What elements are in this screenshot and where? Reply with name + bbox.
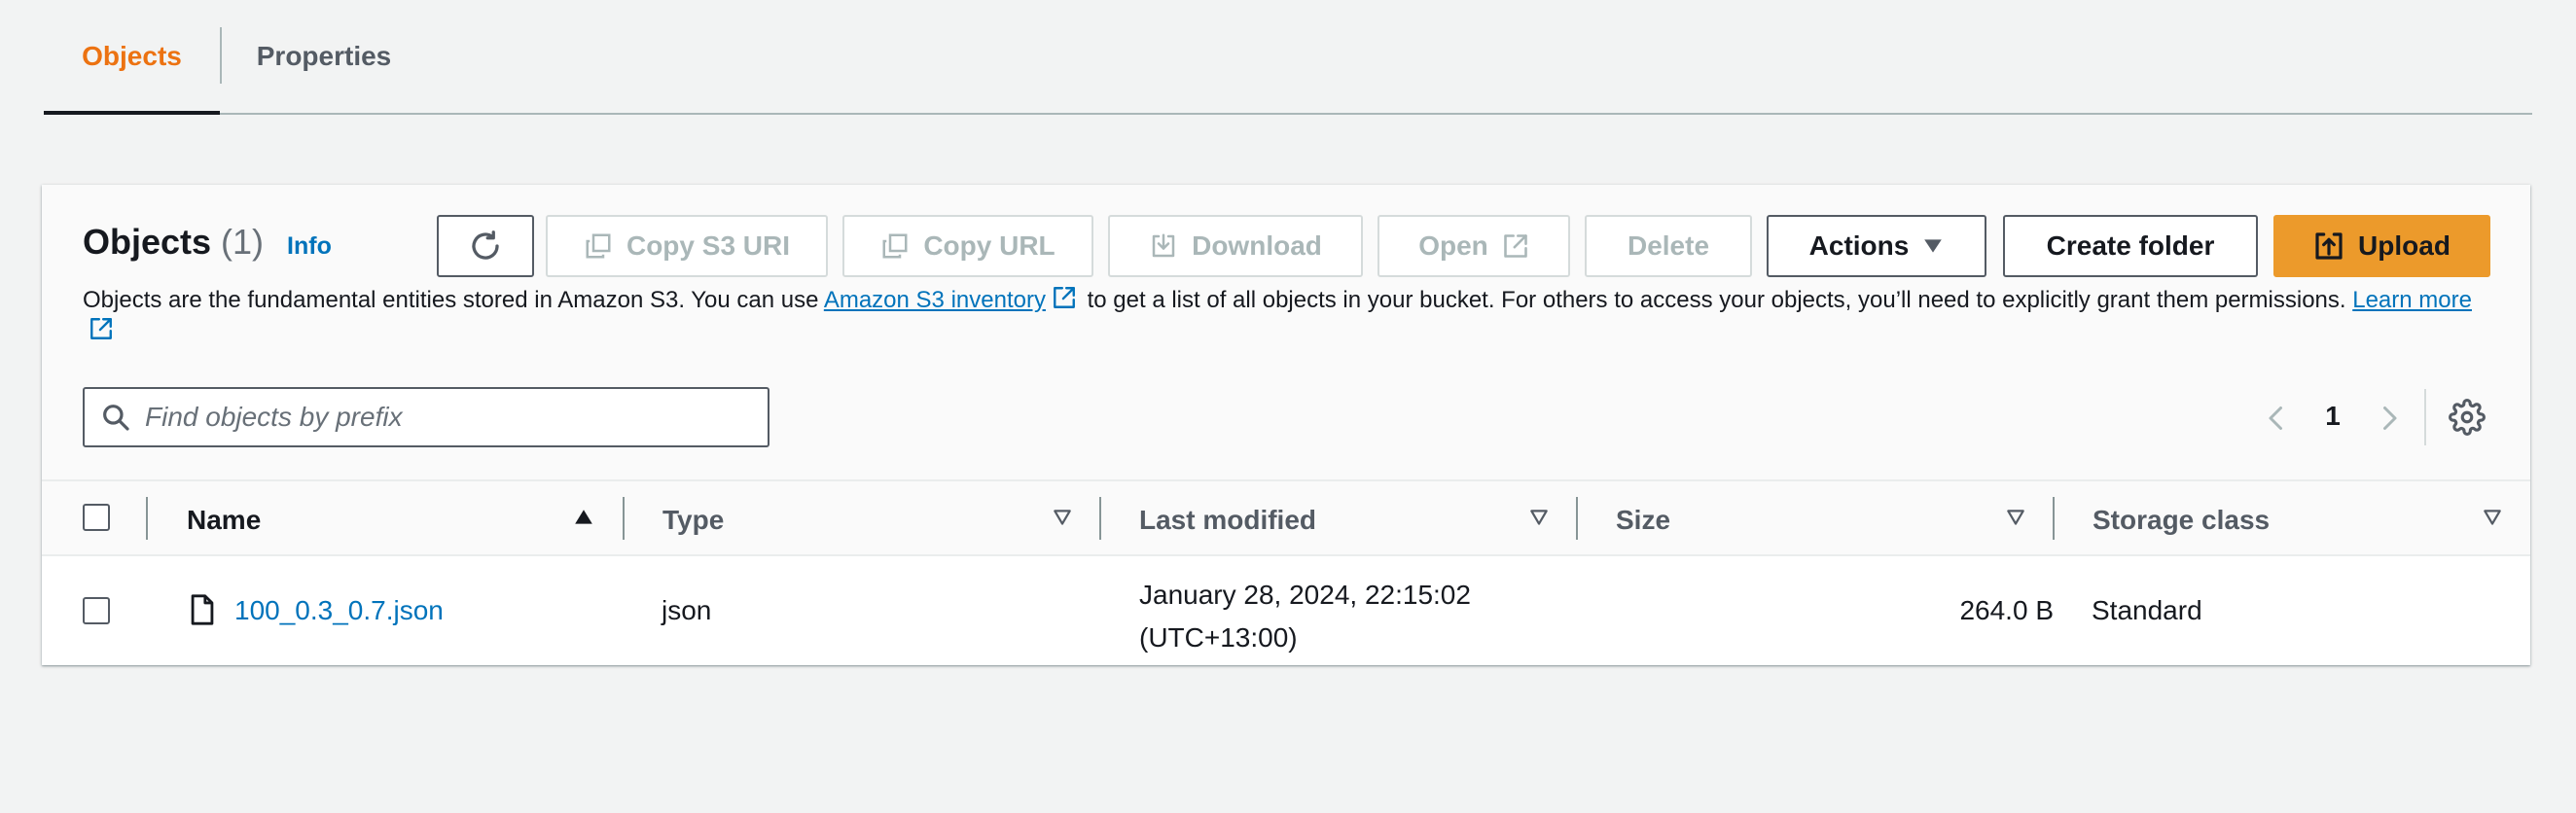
- select-all-checkbox[interactable]: [83, 504, 110, 531]
- file-type: json: [662, 595, 712, 625]
- open-button[interactable]: Open: [1377, 215, 1570, 277]
- object-count: (1): [221, 222, 265, 262]
- copy-s3-uri-button[interactable]: Copy S3 URI: [546, 215, 828, 277]
- gear-icon[interactable]: [2449, 399, 2486, 436]
- panel-description: Objects are the fundamental entities sto…: [83, 285, 2495, 347]
- search-box[interactable]: [83, 387, 769, 447]
- actions-dropdown[interactable]: Actions: [1767, 215, 1986, 277]
- sort-icon[interactable]: [1528, 507, 1550, 528]
- upload-label: Upload: [2358, 230, 2451, 261]
- create-folder-label: Create folder: [2046, 230, 2215, 261]
- external-link-icon: [90, 318, 112, 339]
- column-divider: [146, 497, 148, 540]
- sort-ascending-icon[interactable]: [573, 507, 594, 528]
- file-size: 264.0 B: [1959, 595, 2054, 625]
- panel-title: Objects: [83, 222, 212, 262]
- storage-class: Standard: [2092, 595, 2202, 625]
- external-link-icon: [1503, 234, 1527, 258]
- caret-down-icon: [1924, 239, 1943, 253]
- column-header-storage-class[interactable]: Storage class: [2093, 505, 2270, 536]
- file-icon: [191, 594, 214, 625]
- search-input[interactable]: [145, 402, 729, 433]
- table-header: Name Type Last modified Size Storage cla…: [42, 479, 2530, 556]
- description-text-1: Objects are the fundamental entities sto…: [83, 287, 824, 313]
- last-modified-timezone: (UTC+13:00): [1139, 622, 1298, 653]
- last-modified-date: January 28, 2024, 22:15:02: [1139, 580, 1471, 610]
- column-divider[interactable]: [623, 497, 625, 540]
- actions-label: Actions: [1808, 230, 1910, 261]
- last-modified: January 28, 2024, 22:15:02 (UTC+13:00): [1139, 574, 1471, 659]
- copy-url-label: Copy URL: [923, 230, 1055, 261]
- copy-icon: [586, 233, 611, 259]
- info-link[interactable]: Info: [287, 232, 332, 261]
- file-name-link[interactable]: 100_0.3_0.7.json: [234, 595, 444, 626]
- s3-inventory-link[interactable]: Amazon S3 inventory: [824, 287, 1046, 313]
- refresh-button[interactable]: [437, 215, 534, 277]
- tab-bar: Objects Properties: [44, 0, 2532, 115]
- row-checkbox[interactable]: [83, 597, 110, 624]
- download-label: Download: [1192, 230, 1322, 261]
- upload-button[interactable]: Upload: [2273, 215, 2490, 277]
- copy-icon: [882, 233, 908, 259]
- sort-icon[interactable]: [2005, 507, 2026, 528]
- delete-button[interactable]: Delete: [1585, 215, 1752, 277]
- delete-label: Delete: [1627, 230, 1710, 261]
- tab-properties[interactable]: Properties: [222, 0, 426, 113]
- refresh-icon: [472, 230, 499, 260]
- table-row: 100_0.3_0.7.json json January 28, 2024, …: [42, 556, 2530, 665]
- chevron-right-icon[interactable]: [2375, 403, 2404, 434]
- open-label: Open: [1418, 230, 1488, 261]
- sort-icon[interactable]: [1052, 507, 1073, 528]
- chevron-left-icon[interactable]: [2262, 403, 2291, 434]
- column-divider[interactable]: [1576, 497, 1578, 540]
- description-text-2: to get a list of all objects in your buc…: [1080, 287, 2353, 313]
- download-button[interactable]: Download: [1108, 215, 1363, 277]
- column-header-size[interactable]: Size: [1616, 505, 1670, 536]
- column-header-name[interactable]: Name: [187, 505, 261, 536]
- learn-more-link[interactable]: Learn more: [2352, 287, 2472, 313]
- copy-s3-uri-label: Copy S3 URI: [626, 230, 791, 261]
- create-folder-button[interactable]: Create folder: [2003, 215, 2258, 277]
- sort-icon[interactable]: [2482, 507, 2503, 528]
- download-icon: [1152, 233, 1175, 258]
- column-header-last-modified[interactable]: Last modified: [1139, 505, 1316, 536]
- pagination-divider: [2424, 389, 2426, 445]
- page-number[interactable]: 1: [2318, 401, 2347, 432]
- copy-url-button[interactable]: Copy URL: [842, 215, 1093, 277]
- objects-panel: Objects (1) Info Copy S3 URI Copy URL Do…: [42, 185, 2530, 665]
- column-divider[interactable]: [1099, 497, 1101, 540]
- search-icon: [103, 405, 129, 431]
- external-link-icon: [1054, 287, 1075, 308]
- column-header-type[interactable]: Type: [662, 505, 724, 536]
- column-divider[interactable]: [2053, 497, 2055, 540]
- panel-header: Objects (1) Info: [83, 222, 332, 263]
- upload-icon: [2315, 232, 2343, 260]
- tab-objects[interactable]: Objects: [44, 0, 220, 115]
